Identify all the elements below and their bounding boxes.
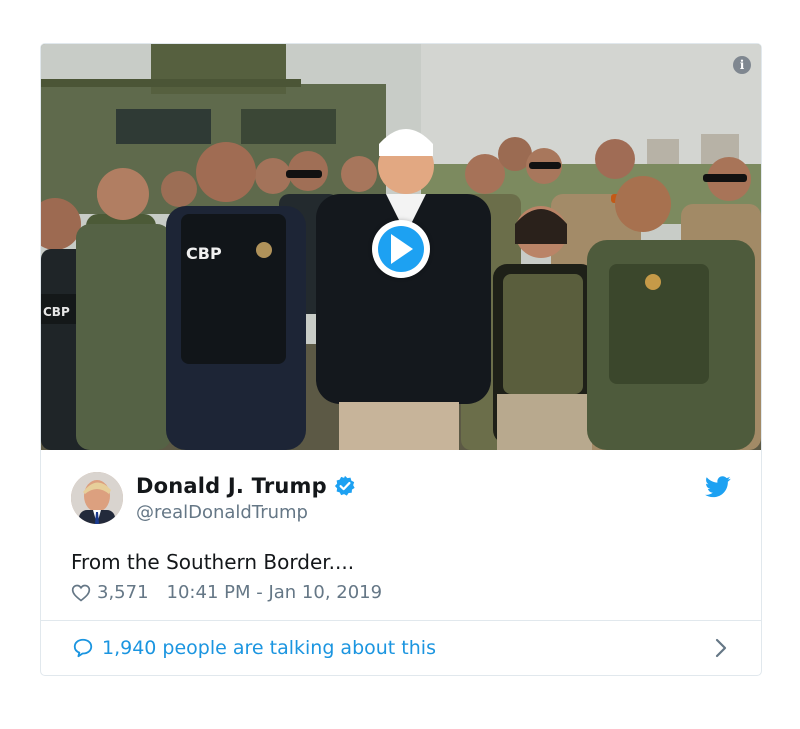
- tweet-timestamp[interactable]: 10:41 PM - Jan 10, 2019: [167, 582, 383, 603]
- twitter-bird-icon[interactable]: [705, 476, 731, 498]
- author-name-row[interactable]: Donald J. Trump: [136, 474, 356, 498]
- embedded-tweet-card[interactable]: CBP CBP i Donald J. Trump @realDonaldTru…: [40, 43, 762, 676]
- chevron-right-icon[interactable]: [715, 638, 727, 658]
- like-count[interactable]: 3,571: [97, 582, 149, 603]
- tweet-video[interactable]: CBP CBP i: [41, 44, 761, 450]
- play-button[interactable]: [372, 220, 430, 278]
- tweet-body: Donald J. Trump @realDonaldTrump From th…: [41, 450, 761, 622]
- display-name[interactable]: Donald J. Trump: [136, 474, 327, 498]
- play-triangle: [391, 234, 413, 264]
- tweet-text: From the Southern Border....: [71, 550, 355, 574]
- avatar[interactable]: [71, 472, 123, 524]
- speech-bubble-icon: [73, 638, 93, 658]
- verified-badge-icon: [334, 475, 355, 496]
- info-icon[interactable]: i: [733, 56, 751, 74]
- vest-label: CBP: [186, 244, 222, 263]
- author-handle[interactable]: @realDonaldTrump: [136, 502, 308, 523]
- avatar-image: [71, 472, 123, 524]
- heart-icon[interactable]: [71, 583, 91, 603]
- conversation-link[interactable]: 1,940 people are talking about this: [41, 620, 761, 675]
- svg-text:CBP: CBP: [43, 305, 70, 319]
- tweet-meta: 3,571 10:41 PM - Jan 10, 2019: [71, 582, 382, 603]
- talking-about-text[interactable]: 1,940 people are talking about this: [102, 637, 436, 659]
